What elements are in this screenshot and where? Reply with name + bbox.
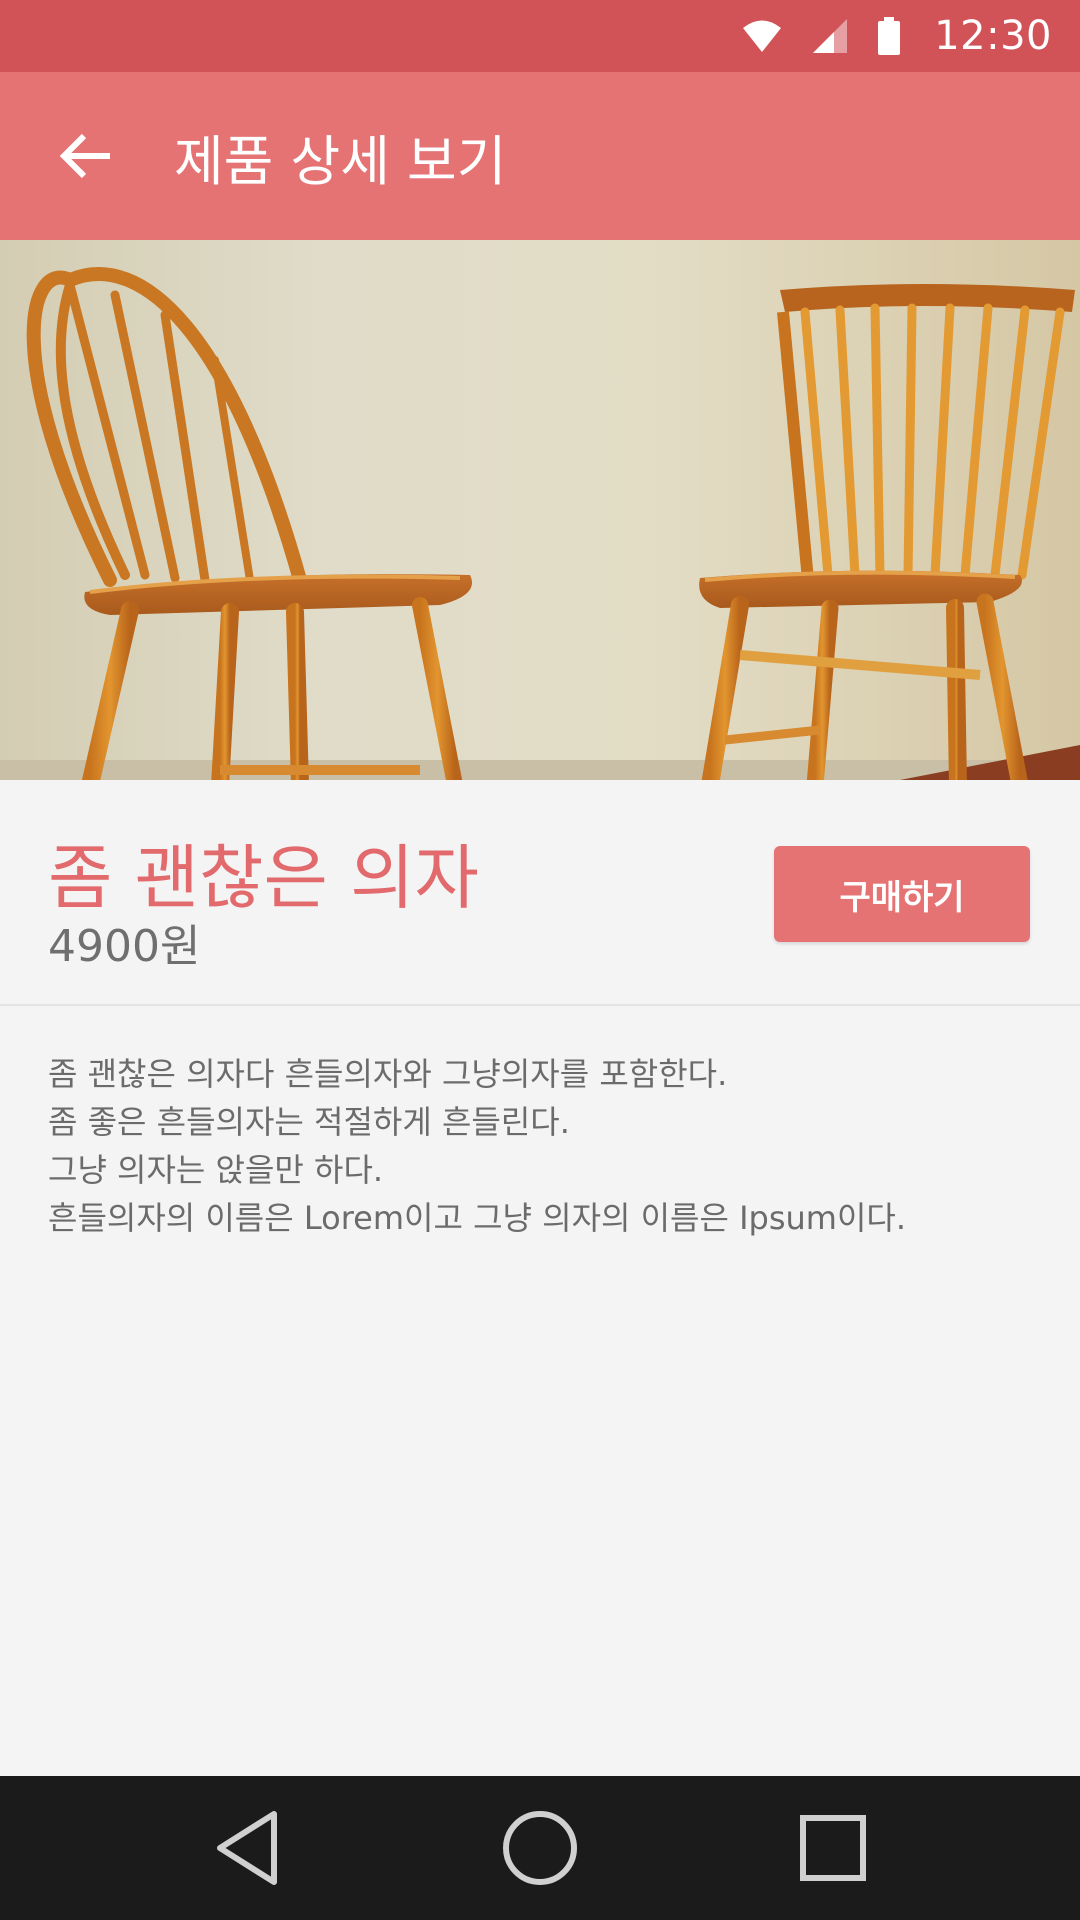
wifi-icon <box>742 19 782 53</box>
description-line: 좀 괜찮은 의자다 흔들의자와 그냥의자를 포함한다. <box>48 1055 728 1093</box>
nav-back-button[interactable] <box>192 1793 302 1903</box>
product-description: 좀 괜찮은 의자다 흔들의자와 그냥의자를 포함한다. 좀 좋은 흔들의자는 적… <box>48 1050 1038 1242</box>
battery-icon <box>878 17 901 55</box>
description-line: 좀 좋은 흔들의자는 적절하게 흔들린다. <box>48 1103 570 1141</box>
nav-recents-button[interactable] <box>778 1793 888 1903</box>
product-price: 4900원 <box>48 921 201 972</box>
app-bar: 제품 상세 보기 <box>0 72 1080 240</box>
product-name: 좀 괜찮은 의자 <box>48 837 479 919</box>
page-title: 제품 상세 보기 <box>174 129 507 193</box>
buy-button[interactable]: 구매하기 <box>774 846 1030 942</box>
description-line: 흔들의자의 이름은 Lorem이고 그냥 의자의 이름은 Ipsum이다. <box>48 1199 907 1237</box>
clock-time: 12:30 <box>934 13 1052 59</box>
back-button[interactable] <box>36 106 136 206</box>
product-header: 좀 괜찮은 의자 4900원 구매하기 <box>0 780 1080 1006</box>
cellular-signal-icon <box>812 18 848 54</box>
back-triangle-icon <box>216 1811 277 1885</box>
arrow-back-icon <box>60 133 110 179</box>
description-line: 그냥 의자는 앉을만 하다. <box>48 1151 384 1189</box>
home-circle-icon <box>502 1811 577 1885</box>
recents-square-icon <box>800 1815 867 1881</box>
product-image <box>0 240 1080 780</box>
status-bar: 12:30 <box>0 0 1080 72</box>
nav-home-button[interactable] <box>485 1793 595 1903</box>
two-wooden-chairs-photo <box>0 240 1080 780</box>
product-detail-screen: 12:30 제품 상세 보기 좀 괜찮은 의자 4900원 구매하기 좀 괜찮은… <box>0 0 1080 1920</box>
system-nav-bar <box>0 1776 1080 1920</box>
